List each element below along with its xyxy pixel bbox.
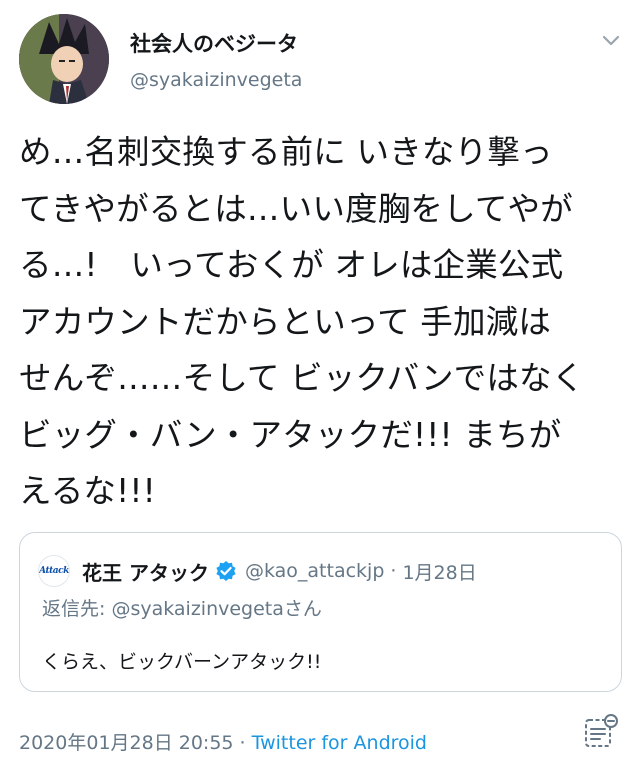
author-display-name[interactable]: 社会人のベジータ bbox=[130, 28, 298, 58]
attack-logo: Attack bbox=[39, 566, 69, 576]
tweet-text: め…名刺交換する前に いきなり撃っ てきやがるとは…いい度胸をしてやが る…! … bbox=[19, 124, 624, 520]
tweet-text-line: め…名刺交換する前に いきなり撃っ bbox=[19, 133, 553, 171]
quoted-tweet-card[interactable]: Attack 花王 アタック @kao_attackjp · 1月28日 返信先… bbox=[19, 532, 622, 692]
reply-suffix: さん bbox=[283, 598, 322, 620]
reply-prefix: 返信先: bbox=[42, 598, 112, 620]
tweet-text-line: ビッグ・バン・アタックだ!!! まちが bbox=[19, 415, 562, 454]
avatar-image bbox=[19, 14, 109, 104]
quoted-handle[interactable]: @kao_attackjp bbox=[245, 560, 384, 582]
verified-badge-icon bbox=[215, 560, 237, 582]
tweet-text-line: せんぞ……そして ビックバンではなく bbox=[19, 359, 585, 397]
author-handle[interactable]: @syakaizinvegeta bbox=[130, 69, 302, 91]
footer-separator: · bbox=[233, 732, 252, 754]
tweet-text-line: る…! いっておくが オレは企業公式 bbox=[19, 246, 564, 284]
tweet-text-line: えるな!!! bbox=[19, 472, 156, 510]
quoted-display-name[interactable]: 花王 アタック bbox=[82, 557, 209, 586]
tweet-text-line: アカウントだからといって 手加減は bbox=[19, 302, 552, 341]
quoted-reply-context: 返信先: @syakaizinvegetaさん bbox=[42, 594, 322, 621]
tweet-text-line: てきやがるとは…いい度胸をしてやが bbox=[19, 189, 573, 228]
avatar[interactable] bbox=[19, 14, 109, 104]
quoted-separator: · bbox=[390, 560, 397, 582]
tweet-footer: 2020年01月28日 20:55 · Twitter for Android bbox=[19, 728, 427, 755]
tweet-timestamp[interactable]: 2020年01月28日 20:55 bbox=[19, 732, 234, 754]
chevron-down-icon[interactable] bbox=[598, 28, 624, 54]
quoted-date[interactable]: 1月28日 bbox=[402, 558, 476, 585]
reply-mention[interactable]: @syakaizinvegeta bbox=[111, 598, 283, 620]
tweet-details-icon[interactable] bbox=[580, 712, 620, 752]
quoted-tweet-text: くらえ、ビックバーンアタック!! bbox=[42, 651, 322, 673]
quoted-avatar[interactable]: Attack bbox=[38, 555, 70, 587]
tweet-source-link[interactable]: Twitter for Android bbox=[252, 732, 427, 754]
quoted-header: 花王 アタック @kao_attackjp · 1月28日 bbox=[82, 555, 477, 587]
